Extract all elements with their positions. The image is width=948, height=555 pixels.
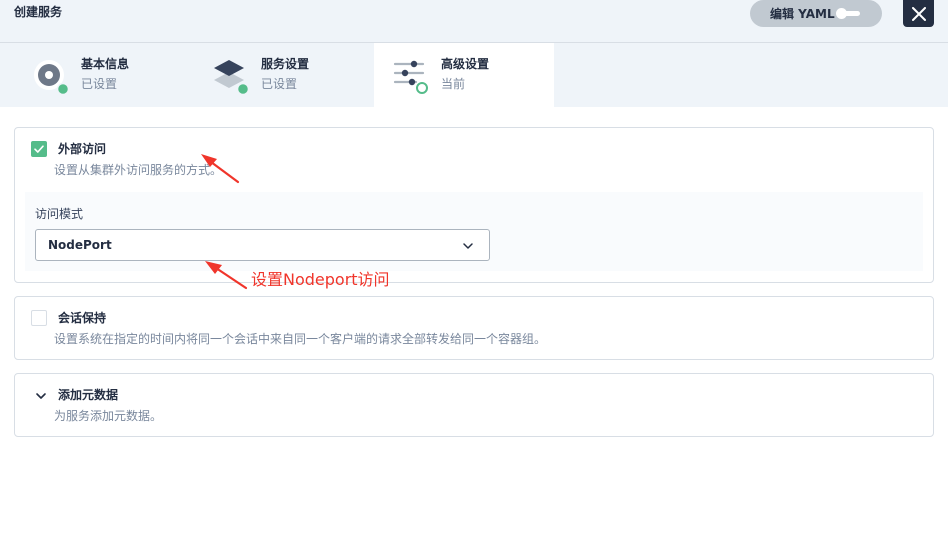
check-icon [34,145,44,153]
external-access-checkbox[interactable] [31,141,47,157]
step-label: 高级设置 [441,57,490,71]
layers-icon [214,60,250,95]
step-label: 服务设置 [261,57,310,71]
external-access-card: 外部访问 设置从集群外访问服务的方式。 访问模式 NodePort [14,127,934,283]
sliders-icon [393,60,428,94]
access-mode-section: 访问模式 NodePort [25,192,923,271]
close-icon [911,6,926,21]
chevron-down-icon [463,243,473,249]
modal-header: 创建服务 编辑 YAML [0,0,948,43]
session-affinity-card: 会话保持 设置系统在指定的时间内将同一个会话中来自同一个客户端的请求全部转发给同… [14,296,934,360]
session-affinity-title: 会话保持 [58,311,107,325]
access-mode-label: 访问模式 [35,207,84,221]
add-metadata-title: 添加元数据 [58,388,119,402]
step-status: 当前 [441,77,466,91]
basic-info-icon [34,60,68,95]
annotation-text: 设置Nodeport访问 [251,270,390,289]
annotation-arrow-external-access [201,154,240,184]
modal-title: 创建服务 [14,5,63,19]
step-service-settings[interactable]: 服务设置 已设置 [180,43,360,107]
step-basic-info[interactable]: 基本信息 已设置 [0,43,180,107]
chevron-down-icon[interactable] [35,390,47,402]
external-access-description: 设置从集群外访问服务的方式。 [54,163,223,177]
close-button[interactable] [903,0,934,27]
edit-yaml-label: 编辑 YAML [770,6,835,21]
step-status: 已设置 [261,77,298,91]
session-affinity-checkbox[interactable] [31,310,47,326]
add-metadata-card[interactable]: 添加元数据 为服务添加元数据。 [14,373,934,437]
annotation-arrow-nodeport [205,261,248,290]
add-metadata-description: 为服务添加元数据。 [54,409,163,423]
toggle-switch-icon[interactable] [836,8,862,19]
step-status: 已设置 [81,77,118,91]
step-label: 基本信息 [81,57,130,71]
external-access-title: 外部访问 [58,142,107,156]
access-mode-select[interactable]: NodePort [35,229,490,261]
access-mode-value: NodePort [48,238,112,252]
edit-yaml-toggle-button[interactable]: 编辑 YAML [750,0,882,27]
wizard-steps: 基本信息 已设置 服务设置 已设置 高级设置 当前 [0,43,948,107]
step-advanced-settings[interactable]: 高级设置 当前 [374,43,554,107]
session-affinity-description: 设置系统在指定的时间内将同一个会话中来自同一个客户端的请求全部转发给同一个容器组… [54,332,547,346]
